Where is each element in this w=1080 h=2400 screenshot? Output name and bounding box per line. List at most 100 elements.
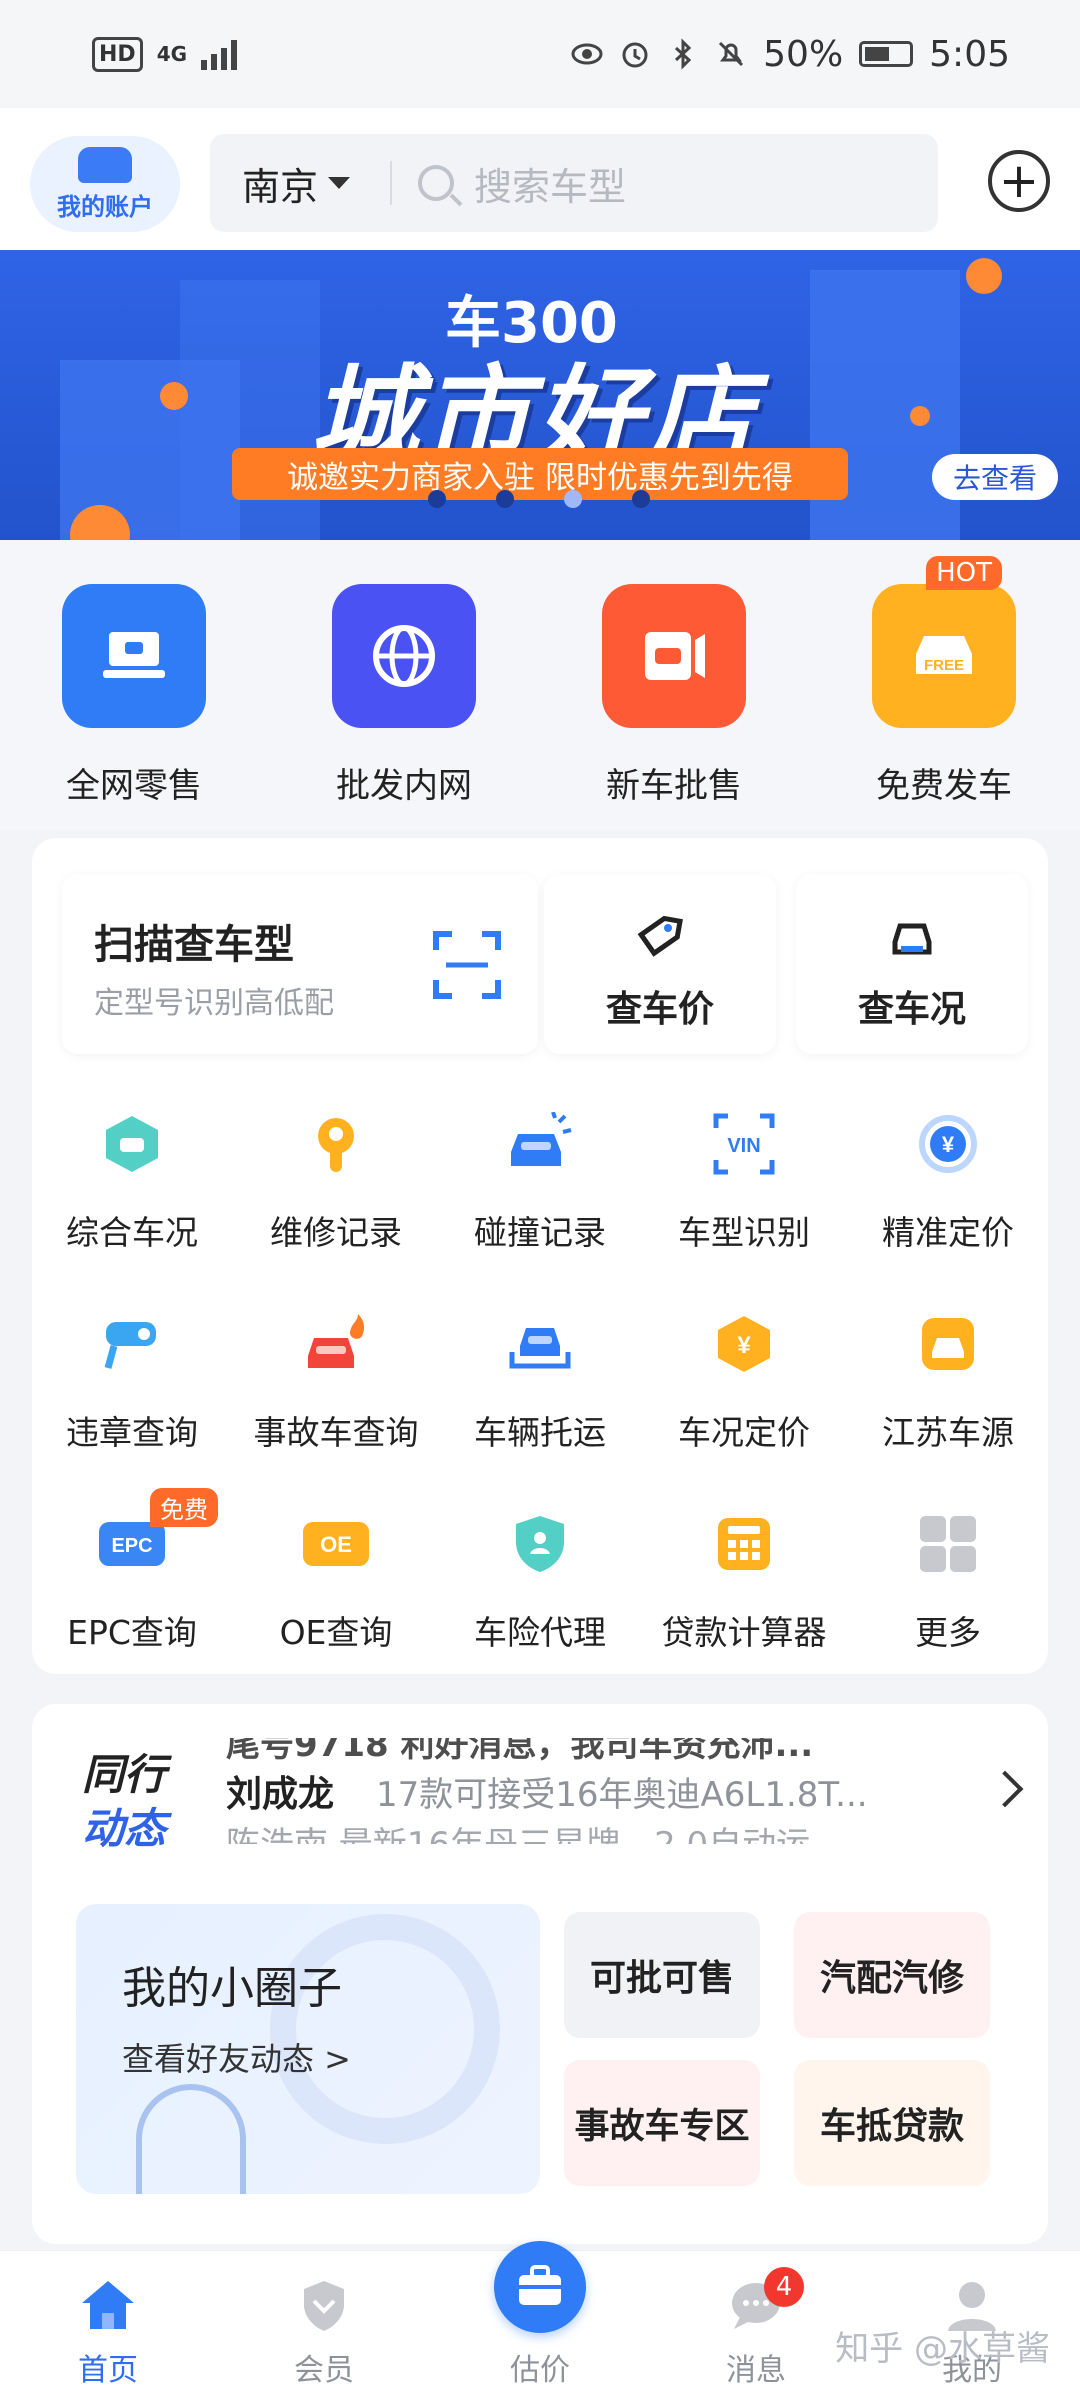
tool-more[interactable]: 更多 <box>848 1508 1048 1654</box>
quick-entry-new-car[interactable]: 新车批售 <box>564 584 784 807</box>
free-car-icon: FREE HOT <box>872 556 1016 728</box>
city-selector[interactable]: 南京 <box>210 156 390 211</box>
car-hexagon-icon <box>96 1108 168 1180</box>
wrench-icon <box>300 1108 372 1180</box>
tile-accident-zone[interactable]: 事故车专区 <box>564 2060 760 2186</box>
my-circle-title: 我的小圈子 <box>122 1963 342 2014</box>
feed-name: 刘成龙 <box>226 1774 335 1815</box>
tool-vehicle-transport[interactable]: 车辆托运 <box>440 1308 640 1454</box>
tool-label: 车型识别 <box>678 1213 810 1252</box>
nav-label: 首页 <box>78 2353 138 2388</box>
carousel-dot-active[interactable] <box>564 490 582 508</box>
car-square-icon <box>912 1308 984 1380</box>
tool-precise-pricing[interactable]: ¥ 精准定价 <box>848 1108 1048 1254</box>
message-count-badge: 4 <box>764 2267 804 2307</box>
nav-member[interactable]: 会员 <box>244 2277 404 2389</box>
top-header: 我的账户 南京 搜索车型 + <box>0 108 1080 250</box>
tool-violation-query[interactable]: 违章查询 <box>32 1308 232 1454</box>
yen-target-icon: ¥ <box>912 1108 984 1180</box>
tool-label: 贷款计算器 <box>661 1613 827 1652</box>
add-button[interactable]: + <box>988 150 1050 212</box>
city-label: 南京 <box>242 164 319 209</box>
feed-text: 17款可接受16年奥迪A6L1.8T... <box>376 1774 868 1815</box>
battery-percent: 50% <box>763 33 844 75</box>
check-price-button[interactable]: 查车价 <box>544 874 776 1054</box>
tool-label: 车况定价 <box>678 1413 810 1452</box>
tile-car-loan[interactable]: 车抵贷款 <box>794 2060 990 2186</box>
quick-entry-retail[interactable]: 全网零售 <box>24 584 244 807</box>
my-circle-link[interactable]: 查看好友动态 > <box>122 2034 351 2080</box>
tile-wholesale-retail[interactable]: 可批可售 <box>564 1912 760 2038</box>
hot-badge: HOT <box>926 556 1002 590</box>
promo-banner[interactable]: 车300 城市好店 诚邀实力商家入驻 限时优惠先到先得 去查看 <box>0 250 1080 540</box>
tool-loan-calculator[interactable]: 贷款计算器 <box>644 1508 844 1654</box>
carousel-dot[interactable] <box>496 490 514 508</box>
tool-epc-query[interactable]: EPC 免费 EPC查询 <box>32 1488 232 1654</box>
globe-icon <box>332 584 476 728</box>
peer-feed-ticker[interactable]: 尾号9718 利好消息，我司车资充沛... 刘成龙 17款可接受16年奥迪A6L… <box>226 1738 966 1854</box>
svg-text:¥: ¥ <box>942 1132 955 1157</box>
orb-decoration <box>160 382 188 410</box>
chevron-right-icon[interactable] <box>986 1770 1024 1808</box>
banner-ribbon: 诚邀实力商家入驻 限时优惠先到先得 <box>232 448 848 500</box>
mute-bell-icon <box>719 41 744 67</box>
my-account-button[interactable]: 我的账户 <box>30 136 180 232</box>
tool-insurance-agent[interactable]: 车险代理 <box>440 1508 640 1654</box>
nav-home[interactable]: 首页 <box>28 2277 188 2389</box>
battery-icon <box>859 41 914 67</box>
tool-repair-record[interactable]: 维修记录 <box>236 1108 436 1254</box>
feed-item: 刘成龙 17款可接受16年奥迪A6L1.8T... <box>226 1766 966 1816</box>
nav-label: 估价 <box>510 2353 570 2388</box>
carousel-dot[interactable] <box>428 490 446 508</box>
carousel-dot[interactable] <box>632 490 650 508</box>
eye-icon <box>571 43 603 65</box>
tool-oe-query[interactable]: OE OE查询 <box>236 1508 436 1654</box>
tool-label: 车险代理 <box>474 1613 606 1652</box>
valuation-fab-button[interactable] <box>494 2241 586 2333</box>
peer-news-logo: 同行 动态 <box>82 1748 166 1856</box>
bottom-navigation: 首页 会员 估价 4 消息 我的 知乎 @水草酱 <box>0 2241 1080 2400</box>
tool-accident-car-query[interactable]: 事故车查询 <box>236 1308 436 1454</box>
quick-entry-row: 全网零售 批发内网 新车批售 FREE HOT 免费发车 <box>0 540 1080 830</box>
building-shape <box>180 280 320 540</box>
quick-entry-label: 新车批售 <box>606 766 742 806</box>
ring-decoration <box>270 1914 500 2144</box>
network-type: 4G <box>156 42 188 66</box>
svg-text:OE: OE <box>320 1532 352 1557</box>
tool-label: OE查询 <box>279 1613 393 1652</box>
svg-text:VIN: VIN <box>727 1135 760 1157</box>
tool-collision-record[interactable]: 碰撞记录 <box>440 1108 640 1254</box>
laptop-icon <box>62 584 206 728</box>
hd-indicator: HD <box>92 36 143 72</box>
scan-subtitle: 定型号识别高低配 <box>94 986 334 1021</box>
search-bar: 南京 搜索车型 <box>210 134 938 232</box>
tool-comprehensive-condition[interactable]: 综合车况 <box>32 1108 232 1254</box>
tool-model-recognition[interactable]: VIN 车型识别 <box>644 1108 844 1254</box>
tool-condition-pricing[interactable]: ¥ 车况定价 <box>644 1308 844 1454</box>
oe-icon: OE <box>300 1508 372 1580</box>
status-bar: HD 4G 50% 5:05 <box>0 0 1080 108</box>
search-input[interactable]: 搜索车型 <box>474 156 626 211</box>
feed-item-next: 陈浩南 最新16年丹三星牌，2.0自动运 <box>226 1816 966 1845</box>
check-condition-button[interactable]: 查车况 <box>796 874 1028 1054</box>
tile-parts-repair[interactable]: 汽配汽修 <box>794 1912 990 2038</box>
tool-label: 违章查询 <box>66 1413 198 1452</box>
my-circle-card[interactable]: 我的小圈子 查看好友动态 > <box>76 1904 540 2194</box>
tool-jiangsu-source[interactable]: 江苏车源 <box>848 1308 1048 1454</box>
scan-frame-icon <box>433 931 501 999</box>
tow-car-icon <box>504 1308 576 1380</box>
car-outline-icon <box>892 923 932 955</box>
scan-car-model-button[interactable]: 扫描查车型 定型号识别高低配 <box>62 874 538 1054</box>
banner-cta-button[interactable]: 去查看 <box>932 454 1058 500</box>
quick-entry-free-post[interactable]: FREE HOT 免费发车 <box>834 556 1054 807</box>
tool-label: 维修记录 <box>270 1213 402 1252</box>
nav-label: 会员 <box>294 2353 354 2388</box>
quick-entry-wholesale[interactable]: 批发内网 <box>294 584 514 807</box>
tool-label: 江苏车源 <box>882 1413 1014 1452</box>
tool-label: 碰撞记录 <box>474 1213 606 1252</box>
price-tag-icon <box>637 915 683 957</box>
orb-decoration <box>910 406 930 426</box>
nav-messages[interactable]: 4 消息 <box>676 2267 836 2389</box>
check-price-label: 查车价 <box>605 989 714 1030</box>
my-account-label: 我的账户 <box>57 192 153 221</box>
